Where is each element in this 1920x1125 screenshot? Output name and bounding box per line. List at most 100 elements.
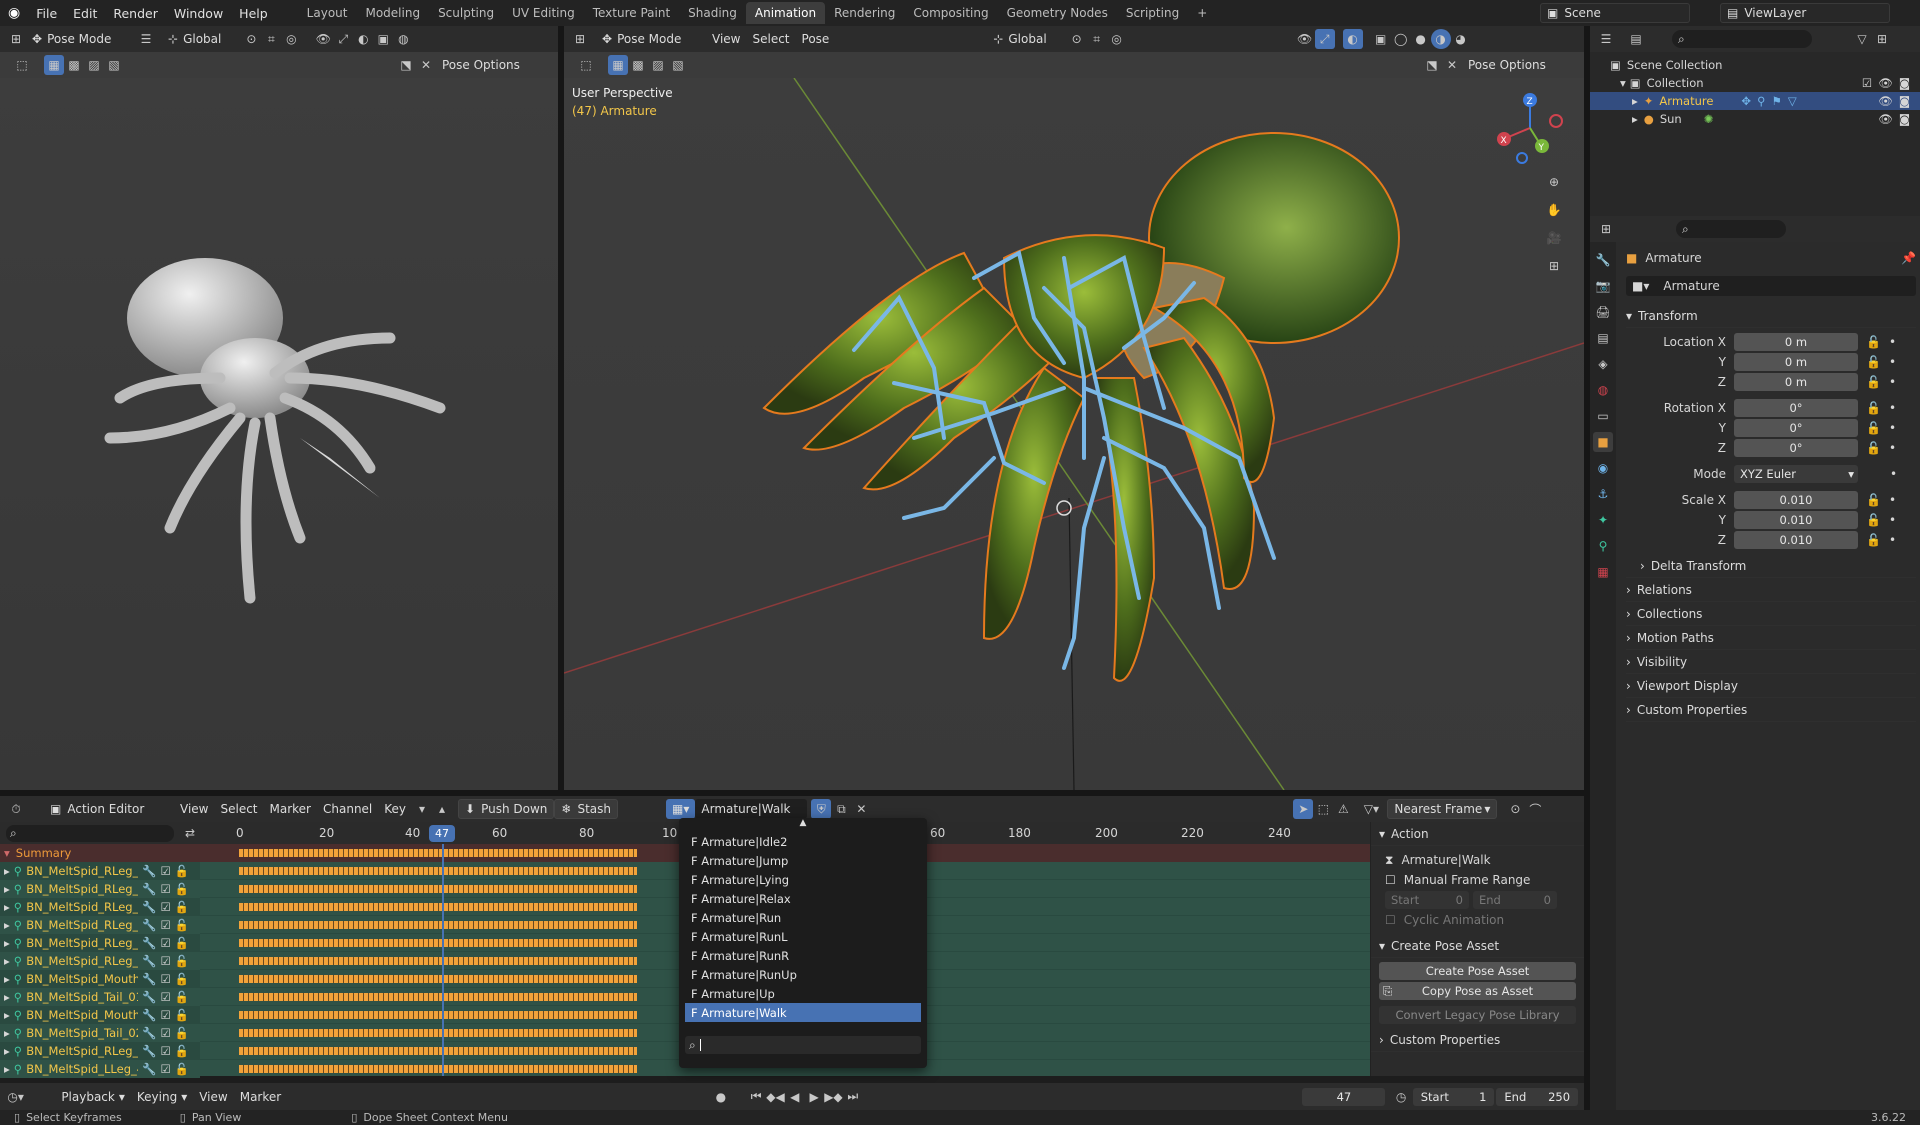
layer-down-icon[interactable]: ▾ [412,799,432,819]
rendered-shading-icon[interactable]: ◕ [1451,29,1471,49]
view-icon[interactable]: ⬔ [396,55,416,75]
action-list-item[interactable]: F Armature|Up [685,984,921,1003]
cyclic-row[interactable]: ☐ Cyclic Animation [1371,910,1584,930]
collection-row[interactable]: ▾ ▣ Collection ☑ 👁 ◙ [1610,74,1920,92]
lock-icon[interactable]: 🔓 [175,990,189,1004]
keyframe-strip[interactable] [239,1047,637,1055]
menu-file[interactable]: File [28,6,65,21]
wrench-icon[interactable]: 🔧 [142,936,156,950]
current-frame-indicator[interactable]: 47 [429,825,455,842]
action-list-item[interactable]: F Armature|RunL [685,927,921,946]
expand-icon[interactable]: ▸ [4,882,10,896]
wireframe-shading-icon[interactable]: ◯ [1391,29,1411,49]
select-new-icon[interactable]: ▦ [44,55,64,75]
wrench-icon[interactable]: 🔧 [142,900,156,914]
jump-start-icon[interactable]: ⏮ [747,1087,766,1107]
collections-header[interactable]: › Collections [1626,602,1916,626]
grid-icon[interactable]: ⊞ [1544,256,1564,276]
custom-properties-header[interactable]: › Custom Properties [1371,1028,1584,1052]
end-frame-field[interactable]: End 250 [1496,1087,1579,1106]
proportional-icon[interactable]: ◎ [1107,29,1127,49]
wrench-icon[interactable]: 🔧 [142,1026,156,1040]
channel-row[interactable]: ▸⚲BN_MeltSpid_Mouth_R🔧 ☑ 🔓 [0,970,200,988]
keyframe-row[interactable] [239,934,639,952]
create-pose-header[interactable]: ▾ Create Pose Asset [1371,934,1584,958]
editor-mode-dropdown[interactable]: ▣ Action Editor [44,799,164,819]
keyframe-row[interactable] [239,1024,639,1042]
checkbox-icon[interactable]: ☐ [1385,913,1396,927]
menu-select[interactable]: Select [746,29,795,49]
location-z-field[interactable]: 0 m [1734,373,1858,391]
keyframe-dot-icon[interactable]: • [1889,375,1896,389]
channel-row[interactable]: ▸ ⚲ BN_MeltSpid_Tail_01 🔧 ☑ 🔓 [0,988,200,1006]
pivot-icon[interactable]: ⊙ [241,29,261,49]
keyframe-row[interactable] [239,880,639,898]
tab-uv-editing[interactable]: UV Editing [503,2,584,24]
keyframe-row[interactable] [239,1006,639,1024]
end-field[interactable]: End 0 [1473,891,1557,909]
main-viewport[interactable]: User Perspective (47) Armature Z X Y ⊕ ✋… [564,78,1584,790]
menu-window[interactable]: Window [166,6,231,21]
delta-transform-header[interactable]: › Delta Transform [1626,554,1916,578]
summary-row[interactable]: ▾ Summary [0,844,200,862]
keyframe-row[interactable] [239,898,639,916]
pose-options-dropdown[interactable]: Pose Options [1462,55,1552,75]
expand-icon[interactable]: ▸ [4,1044,10,1058]
expand-icon[interactable]: ▸ [4,990,10,1004]
scale-x-field[interactable]: 0.010 [1734,491,1858,509]
bone-tab-icon[interactable]: ⚲ [1593,536,1613,556]
duplicate-action-icon[interactable]: ⧉ [831,799,851,819]
filter-icon[interactable]: ▽▾ [1361,799,1381,819]
rotation-y-field[interactable]: 0° [1734,419,1858,437]
action-list-item[interactable]: F Armature|Jump [685,851,921,870]
data-name-field[interactable]: ■▾ Armature [1626,276,1916,296]
action-list-item[interactable]: F Armature|Run [685,908,921,927]
editor-type-icon[interactable]: ⏱ [6,799,26,819]
filter-icon[interactable]: ▽ [1852,29,1872,49]
action-list-item[interactable]: F Armature|Relax [685,889,921,908]
expand-icon[interactable]: ▸ [4,954,10,968]
left-viewport[interactable] [0,78,558,790]
stash-button[interactable]: ❄ Stash [554,799,619,819]
scene-collection-row[interactable]: ▣ Scene Collection [1610,56,1920,74]
hamburger-icon[interactable]: ☰ [136,29,156,49]
play-reverse-icon[interactable]: ◀ [785,1087,804,1107]
copy-pose-asset-button[interactable]: ⎘ Copy Pose as Asset [1379,982,1576,1000]
expand-icon[interactable]: ▸ [4,864,10,878]
wrench-icon[interactable]: 🔧 [142,954,156,968]
menu-view[interactable]: View [193,1087,233,1107]
outliner-search[interactable]: ⌕ [1672,30,1812,48]
orientation-dropdown[interactable]: ⊹ Global [987,29,1052,49]
keyframe-strip[interactable] [239,849,637,857]
action-list-item[interactable]: F Armature|RunUp [685,965,921,984]
orientation-dropdown[interactable]: ⊹ Global [162,29,227,49]
scene-selector[interactable]: ▣ Scene [1540,3,1690,23]
menu-pose[interactable]: Pose [796,29,836,49]
lock-icon[interactable]: 🔓 [175,954,189,968]
rotation-x-field[interactable]: 0° [1734,399,1858,417]
keyframe-strip[interactable] [239,1029,637,1037]
constraint-tab-icon[interactable]: ⚓ [1593,484,1613,504]
expand-icon[interactable]: ▸ [4,1062,10,1076]
view-icon[interactable]: ⬔ [1422,55,1442,75]
camera-icon[interactable]: 🎥 [1544,228,1564,248]
menu-marker[interactable]: Marker [234,1087,287,1107]
channel-row[interactable]: ▸⚲BN_MeltSpid_LLeg_4_(🔧 ☑ 🔓 [0,1060,200,1078]
keyframe-dot-icon[interactable]: • [1889,533,1896,547]
menu-view[interactable]: View [174,799,214,819]
play-icon[interactable]: ▶ [804,1087,823,1107]
push-down-button[interactable]: ⬇ Push Down [458,799,555,819]
select-tool-icon[interactable]: ⬚ [576,55,596,75]
menu-key[interactable]: Key [378,799,412,819]
channel-row[interactable]: ▸⚲BN_MeltSpid_RLeg_4_(🔧 ☑ 🔓 [0,898,200,916]
select-new-icon[interactable]: ▦ [608,55,628,75]
select-extend-icon[interactable]: ▩ [64,55,84,75]
scale-z-field[interactable]: 0.010 [1734,531,1858,549]
armature-row[interactable]: ▸ ✦ Armature ✥ ⚲ ⚑ ▽ 👁 ◙ [1590,92,1920,110]
relations-header[interactable]: › Relations [1626,578,1916,602]
tab-compositing[interactable]: Compositing [904,2,997,24]
lock-icon[interactable]: 🔓 [1866,421,1881,435]
checkbox-icon[interactable]: ☑ [161,1008,171,1022]
lock-icon[interactable]: 🔓 [175,864,189,878]
channel-row[interactable]: ▸⚲BN_MeltSpid_Mouth_R🔧 ☑ 🔓 [0,1006,200,1024]
